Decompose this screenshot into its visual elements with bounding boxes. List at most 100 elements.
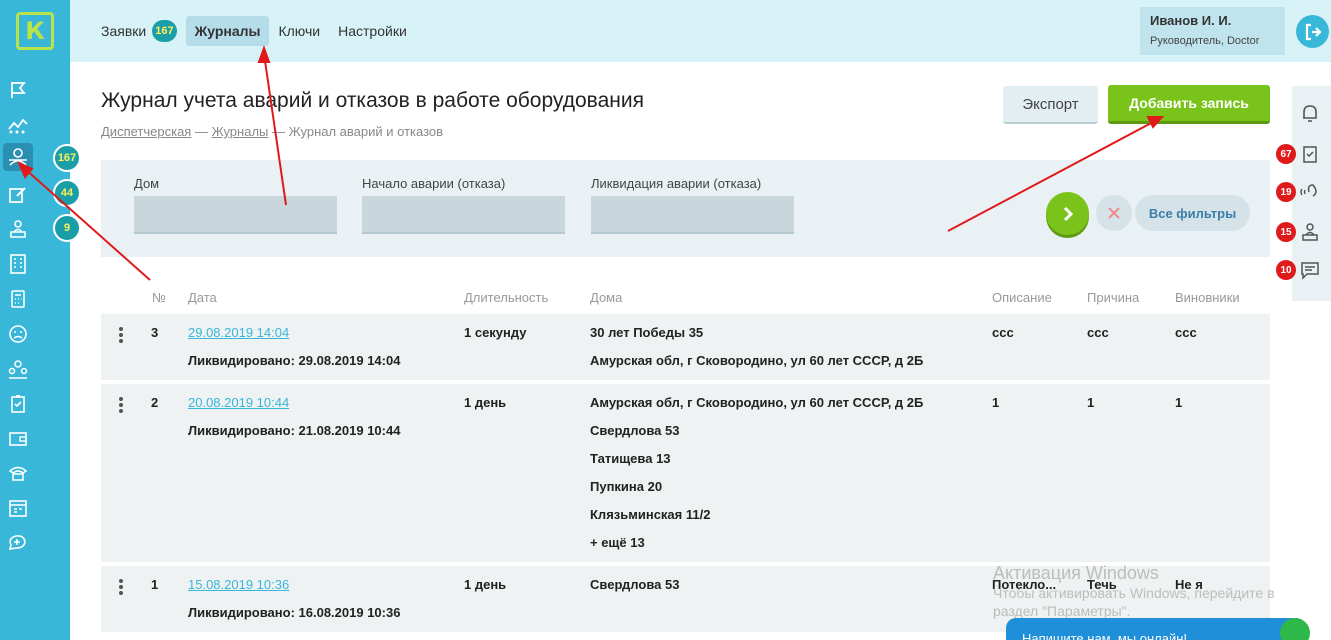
column-header-culprits[interactable]: Виновники [1175,290,1240,305]
house-filter-label: Дом [134,176,160,191]
row-liquidated: Ликвидировано: 21.08.2019 10:44 [188,423,401,438]
user-role: Руководитель, Doctor [1150,35,1260,47]
column-header-duration[interactable]: Длительность [464,290,548,305]
start-filter-input[interactable] [362,196,565,234]
end-filter-label: Ликвидация аварии (отказа) [591,176,762,191]
sidebar-edit-icon[interactable] [6,183,30,207]
windows-activation-text: Чтобы активировать Windows, перейдите в [993,585,1275,601]
table-row[interactable]: 3 29.08.2019 14:04 Ликвидировано: 29.08.… [101,314,1270,380]
checklist-count-badge: 67 [1276,144,1296,164]
sidebar-dispatcher-icon[interactable] [6,217,30,241]
logout-icon [1305,23,1322,40]
row-menu-icon[interactable] [119,327,123,345]
row-number: 3 [151,325,159,340]
sidebar-add-chat-icon[interactable] [6,531,30,555]
user-profile[interactable]: Иванов И. И. Руководитель, Doctor [1140,7,1285,55]
sidebar-staff-icon[interactable] [6,357,30,381]
row-number: 2 [151,395,159,410]
nav-tab-keys[interactable]: Ключи [269,16,329,46]
sidebar-journals-icon[interactable] [3,143,33,171]
row-house: Свердлова 53 [590,423,680,438]
nav-tab-label: Журналы [194,23,261,39]
checklist-icon[interactable] [1299,143,1321,165]
nav-tab-label: Настройки [338,23,407,39]
bell-icon[interactable] [1299,102,1321,124]
row-more-houses-link[interactable]: + ещё 13 [590,535,645,550]
column-header-number: № [152,290,166,305]
nav-tab-settings[interactable]: Настройки [329,16,416,46]
sidebar-wallet-icon[interactable] [6,427,30,451]
all-filters-button[interactable]: Все фильтры [1135,195,1250,231]
add-record-button[interactable]: Добавить запись [1108,85,1270,124]
breadcrumb-dispatch-link[interactable]: Диспетчерская [101,124,191,139]
row-liquidated: Ликвидировано: 29.08.2019 14:04 [188,353,401,368]
row-date-link[interactable]: 29.08.2019 14:04 [188,325,289,340]
row-date-link[interactable]: 20.08.2019 10:44 [188,395,289,410]
row-description: ссс [992,325,1014,340]
export-button[interactable]: Экспорт [1003,86,1098,124]
sidebar-analytics-icon[interactable] [6,113,30,137]
sidebar-badge-journals: 167 [53,144,81,172]
breadcrumb-separator: — [194,124,212,139]
clear-filter-button[interactable] [1096,195,1132,231]
row-house: Клязьминская 11/2 [590,507,711,522]
sidebar-checklist-icon[interactable] [6,392,30,416]
chat-widget[interactable]: Напишите нам, мы онлайн! [1006,618,1306,640]
row-house: Татищева 13 [590,451,671,466]
top-navigation: Заявки 167 Журналы Ключи Настройки [92,14,416,48]
breadcrumb-current: Журнал аварий и отказов [288,124,444,139]
row-house: Свердлова 53 [590,577,680,592]
sidebar-badge-dispatcher: 9 [53,214,81,242]
row-duration: 1 день [464,395,507,410]
row-menu-icon[interactable] [119,397,123,415]
row-house: Амурская обл, г Сковородино, ул 60 лет С… [590,395,924,410]
row-date-link[interactable]: 15.08.2019 10:36 [188,577,289,592]
column-header-houses[interactable]: Дома [590,290,622,305]
column-header-date[interactable]: Дата [188,290,217,305]
breadcrumb-journals-link[interactable]: Журналы [212,124,269,139]
apply-filter-button[interactable] [1046,192,1089,235]
breadcrumb: Диспетчерская — Журналы — Журнал аварий … [101,124,443,139]
page-title: Журнал учета аварий и отказов в работе о… [101,89,644,112]
row-culprits: ссс [1175,325,1197,340]
message-icon[interactable] [1299,259,1321,281]
row-duration: 1 день [464,577,507,592]
sidebar-calculator-icon[interactable] [6,287,30,311]
logout-button[interactable] [1296,15,1329,48]
row-liquidated: Ликвидировано: 16.08.2019 10:36 [188,605,401,620]
chevron-right-icon [1063,206,1073,221]
breadcrumb-separator: — [272,124,289,139]
table-row[interactable]: 2 20.08.2019 10:44 Ликвидировано: 21.08.… [101,384,1270,562]
end-filter-input[interactable] [591,196,794,234]
requests-count-badge: 167 [152,20,177,42]
voice-count-badge: 19 [1276,182,1296,202]
nav-tab-label: Ключи [278,23,321,39]
filters-panel: Дом Начало аварии (отказа) Ликвидация ав… [101,160,1270,257]
row-reason: 1 [1087,395,1095,410]
voice-icon[interactable] [1299,181,1321,203]
sidebar-phone-icon[interactable] [6,461,30,485]
sidebar-calendar-icon[interactable] [6,496,30,520]
start-filter-label: Начало аварии (отказа) [362,176,506,191]
dispatcher-count-badge: 15 [1276,222,1296,242]
house-filter-input[interactable] [134,196,337,234]
windows-activation-title: Активация Windows [993,563,1159,583]
row-reason: ссс [1087,325,1109,340]
row-house: Пупкина 20 [590,479,663,494]
dispatcher-icon[interactable] [1299,221,1321,243]
app-logo[interactable]: К [0,0,70,62]
sidebar-feedback-icon[interactable] [6,322,30,346]
row-menu-icon[interactable] [119,579,123,597]
row-house: Амурская обл, г Сковородино, ул 60 лет С… [590,353,924,368]
nav-tab-journals[interactable]: Журналы [185,16,270,46]
sidebar-buildings-icon[interactable] [6,252,30,276]
column-header-description[interactable]: Описание [992,290,1052,305]
column-header-reason[interactable]: Причина [1087,290,1139,305]
sidebar-flag-icon[interactable] [6,78,30,102]
row-culprits: 1 [1175,395,1183,410]
logo-icon: К [16,12,54,50]
nav-tab-requests[interactable]: Заявки 167 [92,13,186,49]
row-description: 1 [992,395,1000,410]
message-count-badge: 10 [1276,260,1296,280]
nav-tab-label: Заявки [101,23,147,39]
